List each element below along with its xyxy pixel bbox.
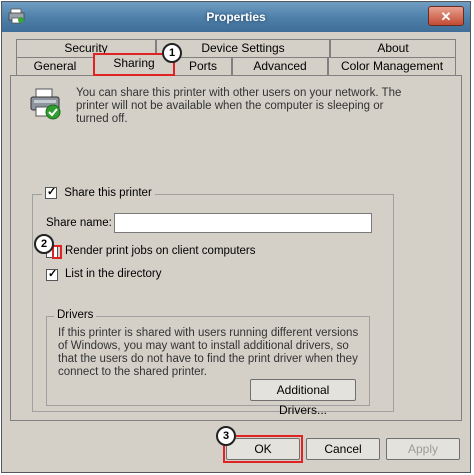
tab-ports[interactable]: Ports: [174, 57, 232, 76]
share-this-printer-label: Share this printer: [64, 187, 152, 200]
cancel-button[interactable]: Cancel: [306, 438, 380, 460]
ok-button[interactable]: OK: [226, 438, 300, 460]
render-jobs-label: Render print jobs on client computers: [65, 245, 256, 257]
title-bar: Properties ✕: [2, 2, 470, 32]
list-in-directory-checkbox[interactable]: [46, 267, 58, 281]
share-this-printer-checkbox[interactable]: [45, 185, 57, 199]
tab-device-settings[interactable]: Device Settings: [156, 39, 330, 58]
tab-general[interactable]: General: [16, 57, 94, 76]
drivers-description: If this printer is shared with users run…: [58, 327, 359, 378]
share-legend: Share this printer: [42, 185, 155, 200]
additional-drivers-button[interactable]: Additional Drivers...: [250, 379, 356, 417]
callout-badge-3: 3: [216, 426, 236, 446]
callout-badge-2: 2: [34, 234, 54, 254]
share-name-input[interactable]: [114, 213, 372, 233]
close-icon: ✕: [440, 9, 452, 24]
drivers-legend: Drivers: [54, 309, 97, 321]
share-name-label: Share name:: [46, 217, 112, 229]
close-button[interactable]: ✕: [428, 6, 464, 26]
tab-advanced[interactable]: Advanced: [232, 57, 328, 76]
list-in-directory-label: List in the directory: [65, 268, 162, 280]
window-title: Properties: [206, 10, 266, 24]
tab-about[interactable]: About: [330, 39, 456, 58]
sharing-info-text: You can share this printer with other us…: [76, 87, 402, 125]
properties-dialog: Properties ✕ Security Device Settings Ab…: [1, 1, 471, 473]
tab-color-management[interactable]: Color Management: [328, 57, 456, 76]
callout-badge-1: 1: [162, 43, 182, 63]
apply-button[interactable]: Apply: [386, 438, 460, 460]
shared-printer-icon: [30, 88, 61, 120]
